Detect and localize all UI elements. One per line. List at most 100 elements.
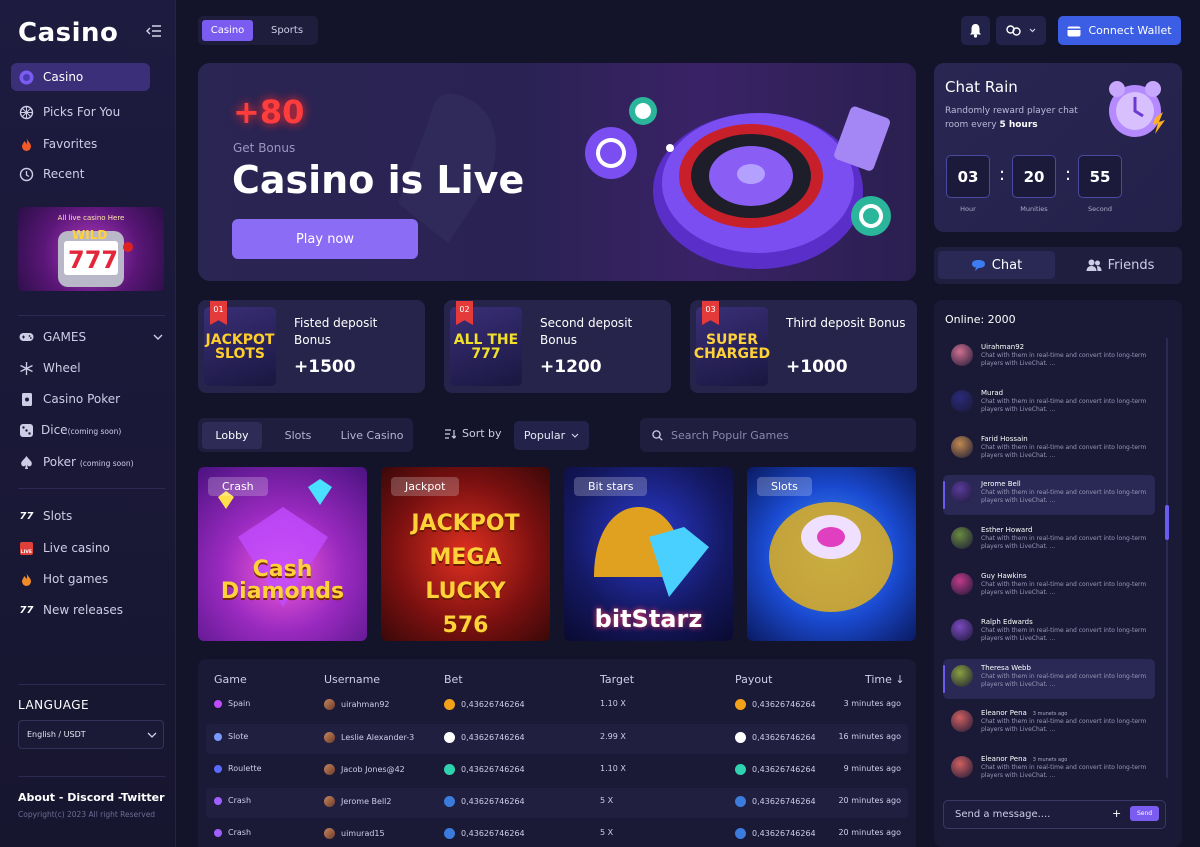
avatar bbox=[324, 732, 335, 743]
tab-chat-label: Chat bbox=[991, 257, 1023, 273]
sidebar-item-dice[interactable]: Dice(coming soon) bbox=[11, 416, 150, 444]
tab-sports[interactable]: Sports bbox=[258, 20, 316, 41]
coin-icon bbox=[444, 732, 455, 743]
time-ago: 20 minutes ago bbox=[838, 828, 901, 837]
avatar[interactable] bbox=[951, 389, 973, 412]
chat-message[interactable]: Theresa Webb Chat with them in real-time … bbox=[943, 658, 1155, 699]
network-select[interactable] bbox=[996, 16, 1046, 45]
game-card[interactable]: Jackpot JACKPOT MEGA LUCKY 576 bbox=[381, 467, 550, 641]
chat-message[interactable]: Uirahman92 Chat with them in real-time an… bbox=[943, 338, 1155, 378]
footer-links[interactable]: About - Discord -Twitter bbox=[18, 791, 165, 804]
avatar[interactable] bbox=[951, 344, 973, 366]
tab-friends[interactable]: Friends bbox=[1062, 251, 1178, 279]
deposit-title: Fisted deposit Bonus bbox=[294, 316, 378, 347]
message-text: Chat with them in real-time and convert … bbox=[981, 489, 1147, 505]
sidebar-item-recent[interactable]: Recent bbox=[11, 160, 150, 188]
column-header-time[interactable]: Time ↓ bbox=[865, 673, 905, 686]
collapse-menu-icon[interactable] bbox=[146, 24, 162, 38]
message-author: Guy Hawkins bbox=[981, 572, 1027, 580]
message-time: 3 munets ago bbox=[1032, 757, 1068, 764]
avatar[interactable] bbox=[951, 481, 973, 504]
chat-message[interactable]: Guy Hawkins Chat with them in real-time a… bbox=[943, 567, 1155, 607]
avatar[interactable] bbox=[951, 527, 973, 550]
chat-message[interactable]: Esther Howard Chat with them in real-time… bbox=[943, 521, 1155, 561]
cell-target: 5 X bbox=[600, 796, 613, 805]
column-header-target[interactable]: Target bbox=[600, 673, 634, 686]
time-ago: 3 minutes ago bbox=[843, 699, 901, 708]
sidebar-item-casino-poker[interactable]: Casino Poker bbox=[11, 385, 150, 413]
avatar[interactable] bbox=[951, 573, 973, 595]
sidebar-item-slots[interactable]: 77 Slots bbox=[11, 502, 150, 530]
games-section-header[interactable]: GAMES bbox=[11, 323, 167, 351]
tab-chat[interactable]: Chat bbox=[938, 251, 1055, 279]
chat-scrollbar-thumb[interactable] bbox=[1165, 505, 1169, 540]
sort-value: Popular bbox=[523, 429, 566, 442]
deposit-bonus-card[interactable]: ALL THE 777 02 Second deposit Bonus +120… bbox=[444, 300, 671, 393]
cell-bet: 0,43626746264 bbox=[444, 796, 525, 807]
chat-message[interactable]: Eleanor Pena 3 munets ago Chat with them i… bbox=[943, 750, 1155, 790]
message-text: Chat with them in real-time and convert … bbox=[981, 718, 1147, 734]
chat-scrollbar[interactable] bbox=[1166, 338, 1168, 778]
sidebar-item-poker[interactable]: Poker (coming soon) bbox=[11, 448, 150, 476]
online-count: Online: 2000 bbox=[945, 313, 1016, 326]
tab-lobby[interactable]: Lobby bbox=[202, 422, 262, 449]
avatar[interactable] bbox=[951, 710, 973, 733]
countdown-hours: 03 bbox=[946, 155, 990, 198]
column-header-payout[interactable]: Payout bbox=[735, 673, 772, 686]
deposit-bonus-card[interactable]: SUPER CHARGED 03 Third deposit Bonus +10… bbox=[690, 300, 917, 393]
sidebar-item-label: New releases bbox=[43, 603, 123, 617]
game-tag: Slots bbox=[757, 477, 812, 496]
cell-game: Crash bbox=[214, 828, 251, 837]
connect-wallet-button[interactable]: Connect Wallet bbox=[1058, 16, 1181, 45]
friends-icon bbox=[1086, 259, 1102, 271]
column-header-bet[interactable]: Bet bbox=[444, 673, 463, 686]
column-header-username[interactable]: Username bbox=[324, 673, 380, 686]
avatar[interactable] bbox=[951, 756, 973, 779]
notifications-button[interactable] bbox=[961, 16, 990, 45]
divider bbox=[18, 684, 165, 685]
game-card[interactable]: Bit stars bitStarz bbox=[564, 467, 733, 641]
sidebar-item-wheel[interactable]: Wheel bbox=[11, 354, 150, 382]
language-select[interactable]: English / USDT bbox=[18, 720, 164, 749]
add-attachment-button[interactable]: + bbox=[1112, 807, 1121, 820]
snowflake-wheel-icon bbox=[19, 361, 34, 376]
sidebar-item-live-casino[interactable]: LIVE Live casino bbox=[11, 534, 150, 562]
sidebar-item-favorites[interactable]: Favorites bbox=[11, 130, 150, 158]
sidebar-item-casino[interactable]: Casino bbox=[11, 63, 150, 91]
sidebar-item-label: Dice(coming soon) bbox=[41, 423, 122, 437]
sidebar-item-hot-games[interactable]: Hot games bbox=[11, 565, 150, 593]
bet-amount: 0,43626746264 bbox=[461, 829, 525, 838]
game-icon bbox=[214, 732, 222, 741]
chat-message[interactable]: Farid Hossain Chat with them in real-time… bbox=[943, 430, 1155, 470]
chat-message[interactable]: Eleanor Pena 3 munets ago Chat with them i… bbox=[943, 704, 1155, 744]
message-author: Ralph Edwards bbox=[981, 617, 1033, 626]
tab-casino[interactable]: Casino bbox=[202, 20, 253, 41]
avatar[interactable] bbox=[951, 664, 973, 687]
chat-message[interactable]: Ralph Edwards Chat with them in real-time… bbox=[943, 613, 1155, 653]
bet-amount: 0,43626746264 bbox=[461, 700, 525, 709]
sidebar-item-label: Casino Poker bbox=[43, 392, 121, 406]
sidebar-item-picks[interactable]: Picks For You bbox=[11, 98, 150, 126]
send-button[interactable]: Send bbox=[1130, 806, 1159, 821]
play-now-button[interactable]: Play now bbox=[232, 219, 418, 259]
tab-live-casino[interactable]: Live Casino bbox=[334, 422, 410, 449]
cell-target: 1.10 X bbox=[600, 699, 626, 708]
avatar[interactable] bbox=[951, 618, 973, 641]
dice-icon bbox=[19, 423, 34, 438]
sort-select[interactable]: Popular bbox=[514, 421, 589, 450]
game-card[interactable]: Slots bbox=[747, 467, 916, 641]
chat-message[interactable]: Murad Chat with them in real-time and con… bbox=[943, 384, 1155, 424]
game-tag: Bit stars bbox=[574, 477, 648, 496]
cell-time: 16 minutes ago bbox=[780, 732, 901, 741]
brand-logo[interactable]: Casino bbox=[18, 18, 118, 48]
chat-message[interactable]: Jerome Bell Chat with them in real-time a… bbox=[943, 475, 1155, 516]
tab-slots[interactable]: Slots bbox=[272, 422, 324, 449]
live-casino-promo-banner[interactable]: All live casino Here 777 WILD bbox=[18, 207, 164, 291]
column-header-game[interactable]: Game bbox=[214, 673, 247, 686]
deposit-bonus-card[interactable]: JACKPOT SLOTS 01 Fisted deposit Bonus +1… bbox=[198, 300, 425, 393]
search-input[interactable]: Search Populr Games bbox=[640, 418, 916, 452]
sidebar-item-new-releases[interactable]: 77 New releases bbox=[11, 596, 150, 624]
seven-seven-icon: 77 bbox=[19, 510, 34, 522]
game-card[interactable]: Crash Cash Diamonds bbox=[198, 467, 367, 641]
avatar[interactable] bbox=[951, 435, 973, 458]
